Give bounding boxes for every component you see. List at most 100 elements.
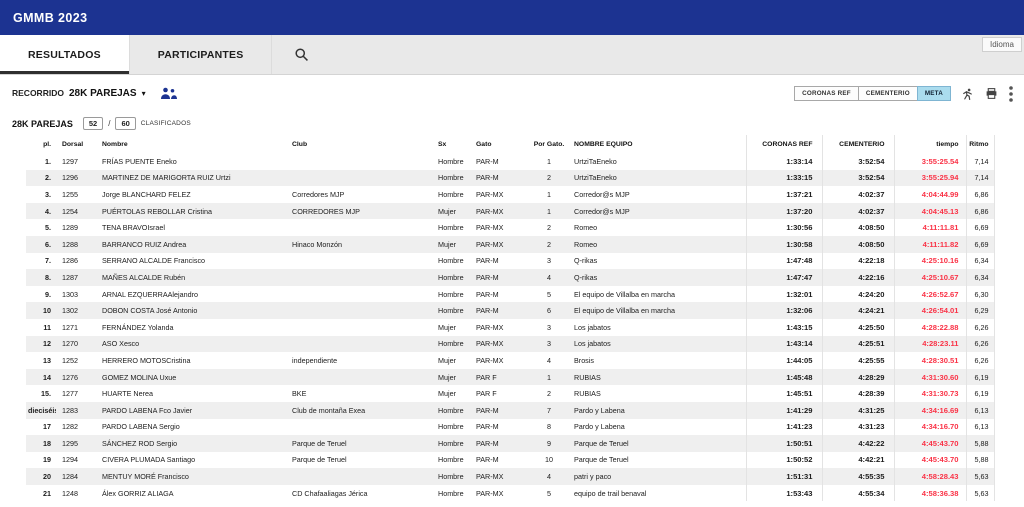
- cell-cementerio: 3:52:54: [822, 153, 894, 170]
- col-ritmo[interactable]: Ritmo: [966, 135, 994, 153]
- pairs-icon: [160, 87, 177, 100]
- more-menu-icon: [1009, 86, 1013, 102]
- col-pl[interactable]: pl.: [26, 135, 56, 153]
- table-row[interactable]: 2.1296MARTINEZ DE MARIGORTA RUIZ UrtziHo…: [26, 170, 994, 187]
- table-row[interactable]: 7.1286SERRANO ALCALDE FranciscoHombrePAR…: [26, 253, 994, 270]
- checkpoint-coronas-ref-button[interactable]: CORONAS REF: [794, 86, 859, 101]
- tab-participantes[interactable]: PARTICIPANTES: [130, 35, 273, 74]
- cell-ritmo: 6,26: [966, 352, 994, 369]
- more-menu-button[interactable]: [1008, 86, 1014, 102]
- table-row[interactable]: 4.1254PUÉRTOLAS REBOLLAR CristinaCORREDO…: [26, 203, 994, 220]
- course-dropdown[interactable]: RECORRIDO 28K PAREJAS ▾: [12, 88, 146, 99]
- cell-sx: Hombre: [436, 435, 474, 452]
- cell-club: [290, 319, 436, 336]
- cell-nombre-equipo: Pardo y Labena: [572, 419, 746, 436]
- col-dorsal[interactable]: Dorsal: [56, 135, 100, 153]
- cell-dorsal: 1302: [56, 302, 100, 319]
- cell-coronas-ref: 1:43:14: [746, 336, 822, 353]
- table-row[interactable]: 5.1289TENA BRAVOIsraelHombrePAR-MX2Romeo…: [26, 219, 994, 236]
- cell-gato: PAR-M: [474, 402, 526, 419]
- cell-club: [290, 153, 436, 170]
- cell-cementerio: 4:24:20: [822, 286, 894, 303]
- col-por-gato[interactable]: Por Gato.: [526, 135, 572, 153]
- cell-dorsal: 1295: [56, 435, 100, 452]
- cell-cementerio: 4:28:39: [822, 385, 894, 402]
- cell-pl: 3.: [26, 186, 56, 203]
- cell-cementerio: 4:25:55: [822, 352, 894, 369]
- table-row[interactable]: 15.1277HUARTE NereaBKEMujerPAR F2RUBIAS1…: [26, 385, 994, 402]
- table-row[interactable]: 6.1288BARRANCO RUIZ AndreaHinaco MonzónM…: [26, 236, 994, 253]
- cell-tiempo: 4:34:16.70: [894, 419, 966, 436]
- cell-sx: Hombre: [436, 336, 474, 353]
- cell-tiempo: 4:45:43.70: [894, 452, 966, 469]
- cell-por-gato: 3: [526, 319, 572, 336]
- tab-resultados[interactable]: RESULTADOS: [0, 35, 130, 74]
- print-button[interactable]: [984, 87, 999, 100]
- results-body: 1.1297FRÍAS PUENTE EnekoHombrePAR-M1Urtz…: [26, 153, 994, 501]
- cell-nombre-equipo: Corredor@s MJP: [572, 186, 746, 203]
- cell-sx: Hombre: [436, 402, 474, 419]
- cell-cementerio: 4:08:50: [822, 219, 894, 236]
- col-tiempo[interactable]: tiempo: [894, 135, 966, 153]
- cell-club: [290, 302, 436, 319]
- classified-label: CLASIFICADOS: [141, 120, 191, 127]
- cell-cementerio: 4:55:35: [822, 468, 894, 485]
- search-button[interactable]: [272, 35, 330, 74]
- cell-por-gato: 3: [526, 336, 572, 353]
- cell-dorsal: 1286: [56, 253, 100, 270]
- cell-por-gato: 4: [526, 352, 572, 369]
- category-title: 28K PAREJAS: [12, 119, 73, 129]
- table-row[interactable]: 201284MENTUY MORÉ FranciscoHombrePAR-MX4…: [26, 468, 994, 485]
- checkpoint-cementerio-button[interactable]: CEMENTERIO: [858, 86, 918, 101]
- cell-gato: PAR-MX: [474, 186, 526, 203]
- cell-coronas-ref: 1:37:21: [746, 186, 822, 203]
- cell-pl: 10: [26, 302, 56, 319]
- cell-tiempo: 4:11:11.81: [894, 219, 966, 236]
- cell-gato: PAR-M: [474, 253, 526, 270]
- col-coronas-ref[interactable]: CORONAS REF: [746, 135, 822, 153]
- language-button[interactable]: Idioma: [982, 37, 1022, 52]
- col-nombre-equipo[interactable]: NOMBRE EQUIPO: [572, 135, 746, 153]
- table-row[interactable]: 101302DOBON COSTA José AntonioHombrePAR-…: [26, 302, 994, 319]
- table-row[interactable]: 171282PARDO LABENA SergioHombrePAR-M8Par…: [26, 419, 994, 436]
- tab-resultados-label: RESULTADOS: [28, 49, 101, 61]
- cell-pl: 14: [26, 369, 56, 386]
- col-gato[interactable]: Gato: [474, 135, 526, 153]
- table-row[interactable]: 3.1255Jorge BLANCHARD FELEZCorredores MJ…: [26, 186, 994, 203]
- cell-gato: PAR-M: [474, 286, 526, 303]
- col-cementerio[interactable]: CEMENTERIO: [822, 135, 894, 153]
- col-nombre[interactable]: Nombre: [100, 135, 290, 153]
- cell-nombre-equipo: patri y paco: [572, 468, 746, 485]
- cell-ritmo: 6,86: [966, 186, 994, 203]
- checkpoint-meta-button[interactable]: META: [917, 86, 951, 101]
- cell-nombre: Álex GORRIZ ALIAGA: [100, 485, 290, 502]
- cell-club: BKE: [290, 385, 436, 402]
- runner-button[interactable]: [960, 87, 975, 101]
- table-row[interactable]: 181295SÁNCHEZ ROD SergioParque de Teruel…: [26, 435, 994, 452]
- cell-nombre-equipo: equipo de trail benaval: [572, 485, 746, 502]
- col-sx[interactable]: Sx: [436, 135, 474, 153]
- table-row[interactable]: 111271FERNÁNDEZ YolandaMujerPAR-MX3Los j…: [26, 319, 994, 336]
- cell-nombre: HERRERO MOTOSCristina: [100, 352, 290, 369]
- cell-ritmo: 6,69: [966, 236, 994, 253]
- table-row[interactable]: dieciséis.1283PARDO LABENA Fco JavierClu…: [26, 402, 994, 419]
- table-row[interactable]: 191294CIVERA PLUMADA SantiagoParque de T…: [26, 452, 994, 469]
- table-row[interactable]: 9.1303ARNAL EZQUERRAAlejandroHombrePAR-M…: [26, 286, 994, 303]
- cell-nombre: MAÑES ALCALDE Rubén: [100, 269, 290, 286]
- cell-nombre: PARDO LABENA Fco Javier: [100, 402, 290, 419]
- col-club[interactable]: Club: [290, 135, 436, 153]
- cell-pl: 7.: [26, 253, 56, 270]
- cell-dorsal: 1248: [56, 485, 100, 502]
- table-row[interactable]: 131252HERRERO MOTOSCristinaindependiente…: [26, 352, 994, 369]
- cell-pl: 6.: [26, 236, 56, 253]
- table-row[interactable]: 8.1287MAÑES ALCALDE RubénHombrePAR-M4Q-r…: [26, 269, 994, 286]
- cell-por-gato: 8: [526, 419, 572, 436]
- table-row[interactable]: 141276GOMEZ MOLINA UxueMujerPAR F1RUBIAS…: [26, 369, 994, 386]
- cell-tiempo: 4:58:36.38: [894, 485, 966, 502]
- cell-tiempo: 4:58:28.43: [894, 468, 966, 485]
- table-row[interactable]: 1.1297FRÍAS PUENTE EnekoHombrePAR-M1Urtz…: [26, 153, 994, 170]
- cell-sx: Mujer: [436, 203, 474, 220]
- cell-pl: 20: [26, 468, 56, 485]
- table-row[interactable]: 211248Álex GORRIZ ALIAGACD Chafaaliagas …: [26, 485, 994, 502]
- table-row[interactable]: 121270ASO XescoHombrePAR-MX3Los jabatos1…: [26, 336, 994, 353]
